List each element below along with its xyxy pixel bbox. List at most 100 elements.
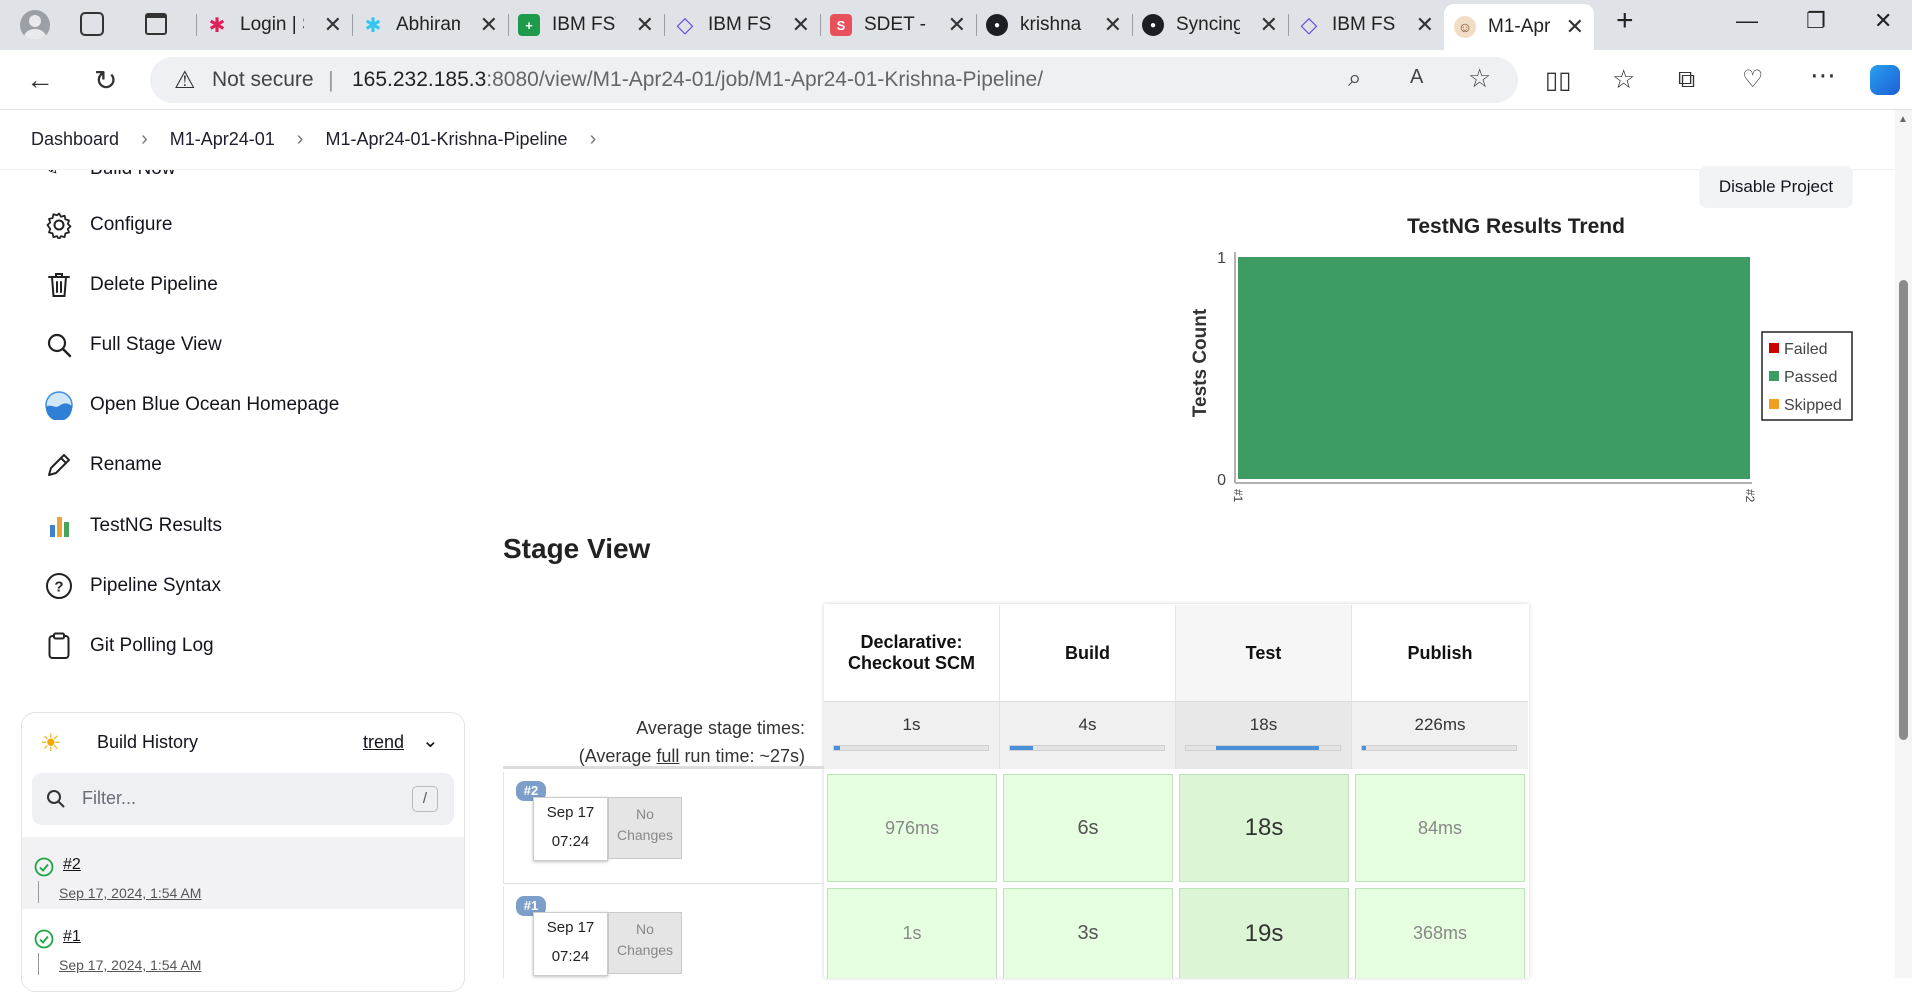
tab-label: M1-Apr <box>1488 16 1551 37</box>
series-area-passed <box>1238 257 1750 479</box>
github-icon: ● <box>986 14 1008 36</box>
close-icon[interactable]: ✕ <box>792 12 810 38</box>
changes-indicator[interactable]: No Changes <box>608 912 682 974</box>
more-menu-icon[interactable]: ⋯ <box>1810 60 1836 91</box>
build-number-link[interactable]: #1 <box>63 928 81 946</box>
stage-cell[interactable]: 6s <box>1003 774 1173 882</box>
stage-cell[interactable]: 976ms <box>827 774 997 882</box>
changes-line1: No <box>636 806 654 822</box>
avg-progress-fill <box>1362 746 1366 750</box>
copilot-icon[interactable] <box>1870 65 1900 95</box>
restore-icon[interactable]: ❐ <box>1806 8 1826 34</box>
chevron-down-icon[interactable]: ⌄ <box>422 728 439 753</box>
profile-avatar-icon[interactable] <box>20 10 50 40</box>
sidebar-item-full-stage-view[interactable]: Full Stage View <box>42 325 222 365</box>
row-divider <box>38 881 39 903</box>
browser-tab-4[interactable]: ◇ IBM FST ✕ <box>664 6 820 44</box>
favorites-icon[interactable]: ☆ <box>1612 64 1635 95</box>
legend-swatch <box>1769 399 1779 409</box>
sidebar-item-label: Rename <box>90 454 162 475</box>
trend-link[interactable]: trend <box>363 732 404 753</box>
avg-time: 18s <box>1249 715 1278 734</box>
build-history-title: Build History <box>97 732 199 752</box>
new-tab-icon[interactable]: + <box>1616 4 1634 38</box>
build-row-1[interactable]: #1 Sep 17, 2024, 1:54 AM <box>22 909 464 981</box>
build-filter-field[interactable]: Filter... / <box>32 773 454 825</box>
page-scrollbar[interactable]: ▲ <box>1895 110 1912 978</box>
diamond-icon: ◇ <box>676 12 694 37</box>
full-run-link[interactable]: full <box>656 746 679 766</box>
s-letter-icon: S <box>830 14 852 36</box>
x-tick-label: #2 <box>1743 489 1757 503</box>
gear-icon <box>42 210 76 240</box>
legend-swatch <box>1769 371 1779 381</box>
sidebar-item-configure[interactable]: Configure <box>42 205 172 245</box>
url-text[interactable]: 165.232.185.3:8080/view/M1-Apr24-01/job/… <box>352 68 1043 92</box>
diamond-icon: ◇ <box>1300 12 1318 37</box>
avg-stage-label: Average stage times: <box>636 718 805 738</box>
build-row-2[interactable]: #2 Sep 17, 2024, 1:54 AM <box>22 837 464 909</box>
build-date-link[interactable]: Sep 17, 2024, 1:54 AM <box>59 885 201 901</box>
refresh-icon[interactable]: ↻ <box>94 64 117 97</box>
close-icon[interactable]: ✕ <box>324 12 342 38</box>
close-icon[interactable]: ✕ <box>1260 12 1278 38</box>
stage-cell[interactable]: 84ms <box>1355 774 1525 882</box>
avg-time-test: 18s <box>1176 701 1352 769</box>
stage-name: Build <box>1065 642 1110 663</box>
favorite-star-icon[interactable]: ☆ <box>1468 63 1491 94</box>
build-date-link[interactable]: Sep 17, 2024, 1:54 AM <box>59 957 201 973</box>
stage-cell[interactable]: 18s <box>1179 774 1349 882</box>
read-aloud-icon[interactable]: A <box>1410 66 1423 89</box>
breadcrumb-job[interactable]: M1-Apr24-01-Krishna-Pipeline <box>325 129 567 150</box>
stage-cell[interactable]: 1s <box>827 888 997 978</box>
browser-tab-5[interactable]: S SDET - J ✕ <box>820 6 976 44</box>
address-bar[interactable]: ⚠ Not secure | 165.232.185.3:8080/view/M… <box>150 57 1518 103</box>
close-icon[interactable]: ✕ <box>480 12 498 38</box>
close-icon[interactable]: ✕ <box>1416 12 1434 38</box>
close-icon[interactable]: ✕ <box>1104 12 1122 38</box>
browser-tab-2[interactable]: ✱ Abhiram ✕ <box>352 6 508 44</box>
sidebar-item-git-polling-log[interactable]: Git Polling Log <box>42 626 214 666</box>
changes-indicator[interactable]: No Changes <box>608 797 682 859</box>
close-icon[interactable]: ✕ <box>1566 14 1584 40</box>
close-icon[interactable]: ✕ <box>636 12 654 38</box>
browser-tab-active[interactable]: ☺ M1-Apr ✕ <box>1444 4 1594 50</box>
browser-tab-6[interactable]: ● krishna ✕ <box>976 6 1132 44</box>
breadcrumb-dashboard[interactable]: Dashboard <box>31 129 119 150</box>
stage-cell[interactable]: 3s <box>1003 888 1173 978</box>
chevron-right-icon[interactable]: › <box>297 128 304 151</box>
minimize-icon[interactable]: — <box>1736 8 1758 34</box>
close-icon[interactable]: ✕ <box>948 12 966 38</box>
run-date-card: Sep 17 07:24 <box>533 797 608 861</box>
build-number-link[interactable]: #2 <box>63 856 81 874</box>
sidebar-item-pipeline-syntax[interactable]: ? Pipeline Syntax <box>42 566 221 606</box>
stage-cell[interactable]: 368ms <box>1355 888 1525 978</box>
back-arrow-icon[interactable]: ← <box>26 64 54 96</box>
tab-label: IBM FST <box>552 14 616 35</box>
sidebar-item-blue-ocean[interactable]: Open Blue Ocean Homepage <box>42 385 339 425</box>
browser-tab-8[interactable]: ◇ IBM FST ✕ <box>1288 6 1444 44</box>
workspaces-icon[interactable] <box>80 12 104 36</box>
collections-icon[interactable]: ⧉ <box>1678 66 1695 94</box>
browser-essentials-icon[interactable]: ♡ <box>1742 65 1764 94</box>
sidebar-item-testng-results[interactable]: TestNG Results <box>42 506 222 546</box>
browser-toolbar: ← ↻ ⚠ Not secure | 165.232.185.3:8080/vi… <box>0 50 1912 110</box>
sidebar-item-delete-pipeline[interactable]: Delete Pipeline <box>42 265 218 305</box>
window-close-icon[interactable]: ✕ <box>1874 8 1892 34</box>
scroll-up-icon[interactable]: ▲ <box>1898 114 1908 125</box>
stage-duration: 1s <box>902 923 922 943</box>
scroll-thumb[interactable] <box>1899 280 1908 740</box>
browser-tab-7[interactable]: ● Syncing ✕ <box>1132 6 1288 44</box>
breadcrumb-view[interactable]: M1-Apr24-01 <box>170 129 275 150</box>
stage-cell[interactable]: 19s <box>1179 888 1349 978</box>
sidebar-item-build-now[interactable]: ✎ Build Now <box>42 170 342 182</box>
tab-actions-icon[interactable] <box>145 13 167 35</box>
chevron-right-icon[interactable]: › <box>590 128 597 151</box>
sidebar-item-label: Full Stage View <box>90 334 222 355</box>
browser-tab-3[interactable]: + IBM FST ✕ <box>508 6 664 44</box>
zoom-icon[interactable]: ⌕ <box>1348 65 1361 93</box>
browser-tab-1[interactable]: ✱ Login | S ✕ <box>196 6 352 44</box>
pencil-icon <box>42 450 76 480</box>
sidebar-item-rename[interactable]: Rename <box>42 445 162 485</box>
split-screen-icon[interactable]: ▯▯ <box>1545 66 1571 95</box>
